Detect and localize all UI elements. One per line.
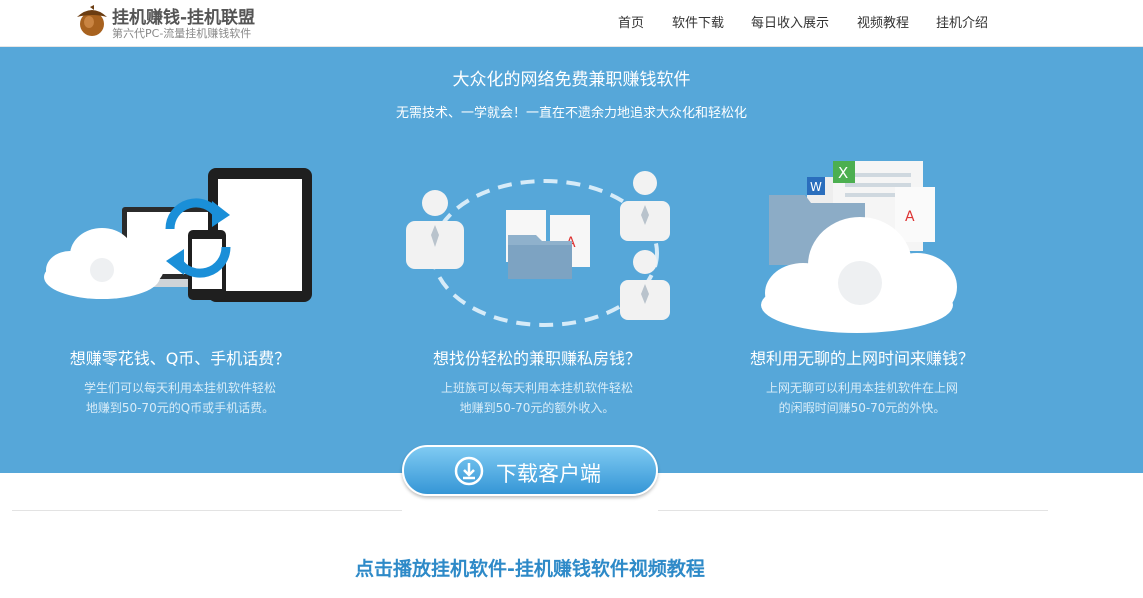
- nav-item-introduction[interactable]: 挂机介绍: [936, 12, 988, 31]
- feature-desc-3-line2: 的闲暇时间赚50-70元的外快。: [778, 401, 946, 415]
- nav-item-daily-income[interactable]: 每日收入展示: [751, 12, 829, 31]
- feature-desc-1-line1: 学生们可以每天利用本挂机软件轻松: [83, 381, 276, 395]
- svg-text:W: W: [810, 180, 822, 194]
- users-share-folder-icon: A: [406, 171, 670, 327]
- feature-title-1: 想赚零花钱、Q币、手机话费？: [69, 349, 291, 368]
- feature-title-3: 想利用无聊的上网时间来赚钱？: [749, 349, 974, 368]
- download-arrow-icon: [454, 456, 484, 486]
- feature-desc-3-line1: 上网无聊可以利用本挂机软件在上网: [765, 381, 958, 395]
- svg-text:A: A: [905, 209, 915, 225]
- divider-left: [12, 510, 402, 511]
- video-tutorial-heading[interactable]: 点击播放挂机软件-挂机赚钱软件视频教程: [0, 554, 1060, 581]
- devices-sync-cloud-icon: [44, 168, 312, 302]
- cloud-documents-icon: X W A: [761, 161, 957, 333]
- feature-desc-2-line1: 上班族可以每天利用本挂机软件轻松: [440, 381, 633, 395]
- feature-desc-2-line2: 地赚到50-70元的额外收入。: [459, 401, 615, 415]
- download-client-button[interactable]: 下载客户端: [402, 445, 658, 496]
- download-button-label: 下载客户端: [496, 462, 601, 486]
- feature-desc-1: 学生们可以每天利用本挂机软件轻松 地赚到50-70元的Q币或手机话费。: [0, 378, 360, 418]
- feature-desc-1-line2: 地赚到50-70元的Q币或手机话费。: [85, 401, 275, 415]
- hero-title: 大众化的网络免费兼职赚钱软件: [452, 70, 691, 90]
- hero-subtitle: 无需技术、一学就会！一直在不遗余力地追求大众化和轻松化: [395, 106, 747, 121]
- main-nav: 首页 软件下载 每日收入展示 视频教程 挂机介绍: [0, 12, 1143, 32]
- nav-item-download[interactable]: 软件下载: [672, 12, 724, 31]
- divider-right: [658, 510, 1048, 511]
- feature-desc-3: 上网无聊可以利用本挂机软件在上网 的闲暇时间赚50-70元的外快。: [682, 378, 1042, 418]
- nav-item-video-tutorial[interactable]: 视频教程: [857, 12, 909, 31]
- hero-banner: 大众化的网络免费兼职赚钱软件 无需技术、一学就会！一直在不遗余力地追求大众化和轻…: [0, 47, 1143, 473]
- svg-text:X: X: [838, 164, 848, 182]
- nav-item-home[interactable]: 首页: [618, 12, 644, 31]
- feature-desc-2: 上班族可以每天利用本挂机软件轻松 地赚到50-70元的额外收入。: [357, 378, 717, 418]
- site-header: 挂机赚钱-挂机联盟 第六代PC-流量挂机赚钱软件 首页 软件下载 每日收入展示 …: [0, 0, 1143, 47]
- feature-title-2: 想找份轻松的兼职赚私房钱？: [432, 349, 641, 368]
